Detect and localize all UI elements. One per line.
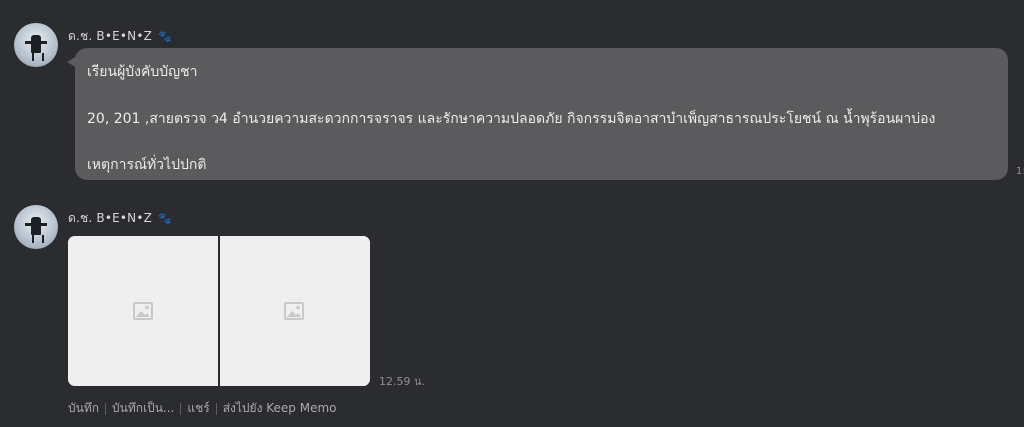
separator bbox=[180, 402, 182, 415]
share-link[interactable]: แชร์ bbox=[187, 399, 209, 418]
sender-name-label: ด.ช. B•E•N•Z bbox=[68, 29, 153, 43]
separator bbox=[215, 402, 217, 415]
sender-name-label: ด.ช. B•E•N•Z bbox=[68, 211, 153, 225]
message-time: 12.59 น. bbox=[379, 375, 426, 388]
sender-name: ด.ช. B•E•N•Z 🐾 bbox=[68, 27, 172, 46]
message-time: 1: bbox=[1016, 166, 1024, 177]
paw-icon: 🐾 bbox=[158, 212, 172, 225]
message-line: เรียนผู้บังคับบัญชา bbox=[87, 64, 198, 80]
message-line: 20, 201 ,สายตรวจ ว4 อำนวยความสะดวกการจรา… bbox=[87, 111, 936, 127]
send-to-keep-memo-link[interactable]: ส่งไปยัง Keep Memo bbox=[223, 399, 337, 418]
image-thumbnail[interactable] bbox=[220, 236, 370, 386]
save-as-link[interactable]: บันทึกเป็น... bbox=[112, 399, 174, 418]
image-thumbnail[interactable] bbox=[68, 236, 218, 386]
save-link[interactable]: บันทึก bbox=[68, 399, 99, 418]
sender-name: ด.ช. B•E•N•Z 🐾 bbox=[68, 209, 172, 228]
image-album[interactable] bbox=[68, 236, 370, 386]
message-text: ด.ช. B•E•N•Z 🐾 เรียนผู้บังคับบัญชา 20, 20… bbox=[0, 0, 1024, 190]
message-bubble[interactable]: เรียนผู้บังคับบัญชา 20, 201 ,สายตรวจ ว4 … bbox=[67, 48, 1008, 180]
avatar[interactable] bbox=[14, 205, 58, 249]
paw-icon: 🐾 bbox=[158, 30, 172, 43]
avatar[interactable] bbox=[14, 23, 58, 67]
image-actions: บันทึก บันทึกเป็น... แชร์ ส่งไปยัง Keep … bbox=[68, 399, 336, 418]
message-line: เหตุการณ์ทั่วไปปกติ bbox=[87, 157, 207, 173]
image-placeholder-icon bbox=[284, 302, 304, 320]
separator bbox=[105, 402, 106, 415]
image-placeholder-icon bbox=[133, 302, 153, 320]
